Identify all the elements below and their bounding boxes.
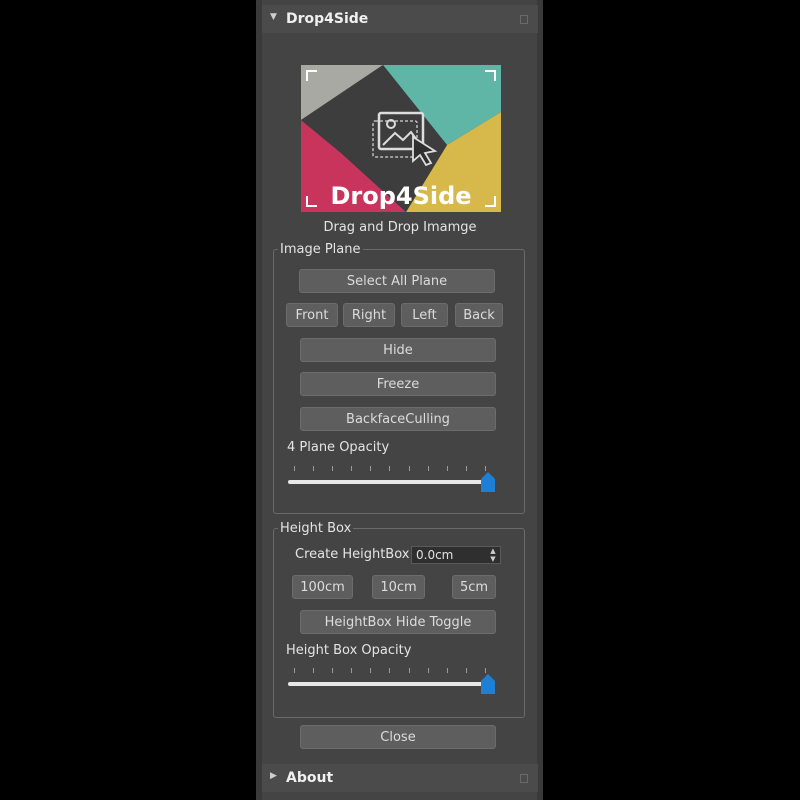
- collapse-arrow-icon: ▼: [270, 12, 277, 22]
- drop-caption: Drag and Drop Imamge: [323, 220, 477, 235]
- heightbox-value-input[interactable]: [412, 547, 488, 563]
- slider-thumb[interactable]: [481, 674, 495, 694]
- slider-ticks: [294, 466, 486, 472]
- plane-opacity-slider[interactable]: [286, 466, 496, 496]
- left-button[interactable]: Left: [401, 303, 448, 327]
- freeze-button[interactable]: Freeze: [300, 372, 496, 396]
- expand-arrow-icon: ▶: [270, 771, 277, 781]
- heightbox-opacity-slider[interactable]: [286, 668, 496, 698]
- height-box-legend: Height Box: [280, 521, 352, 536]
- right-button[interactable]: Right: [343, 303, 395, 327]
- rollout-grip-icon: [520, 774, 528, 783]
- image-plane-legend: Image Plane: [280, 242, 361, 257]
- select-all-plane-button[interactable]: Select All Plane: [299, 269, 495, 293]
- heightbox-spinner[interactable]: ▲▼: [411, 546, 501, 564]
- close-button[interactable]: Close: [300, 725, 496, 749]
- heightbox-hide-toggle-button[interactable]: HeightBox Hide Toggle: [300, 610, 496, 634]
- plane-opacity-label: 4 Plane Opacity: [287, 440, 390, 455]
- create-heightbox-label: Create HeightBox: [295, 547, 410, 562]
- about-title: About: [286, 770, 334, 786]
- slider-ticks: [294, 668, 486, 674]
- size-10cm-button[interactable]: 10cm: [372, 575, 425, 599]
- slider-track: [288, 480, 488, 484]
- slider-track: [288, 682, 488, 686]
- logo-text: Drop4Side: [330, 182, 471, 210]
- size-100cm-button[interactable]: 100cm: [292, 575, 353, 599]
- drop-zone-logo[interactable]: Drop4Side: [301, 65, 501, 212]
- backface-culling-button[interactable]: BackfaceCulling: [300, 407, 496, 431]
- back-button[interactable]: Back: [455, 303, 503, 327]
- rollout-title: Drop4Side: [286, 11, 369, 27]
- about-rollout-header[interactable]: ▶ About: [262, 764, 538, 792]
- front-button[interactable]: Front: [286, 303, 338, 327]
- rollout-grip-icon: [520, 15, 528, 24]
- heightbox-opacity-label: Height Box Opacity: [286, 643, 412, 658]
- spinner-arrows-icon[interactable]: ▲ ▼: [488, 547, 498, 563]
- size-5cm-button[interactable]: 5cm: [452, 575, 496, 599]
- slider-thumb[interactable]: [481, 472, 495, 492]
- drop4side-rollout-header[interactable]: ▼ Drop4Side: [262, 5, 538, 33]
- hide-button[interactable]: Hide: [300, 338, 496, 362]
